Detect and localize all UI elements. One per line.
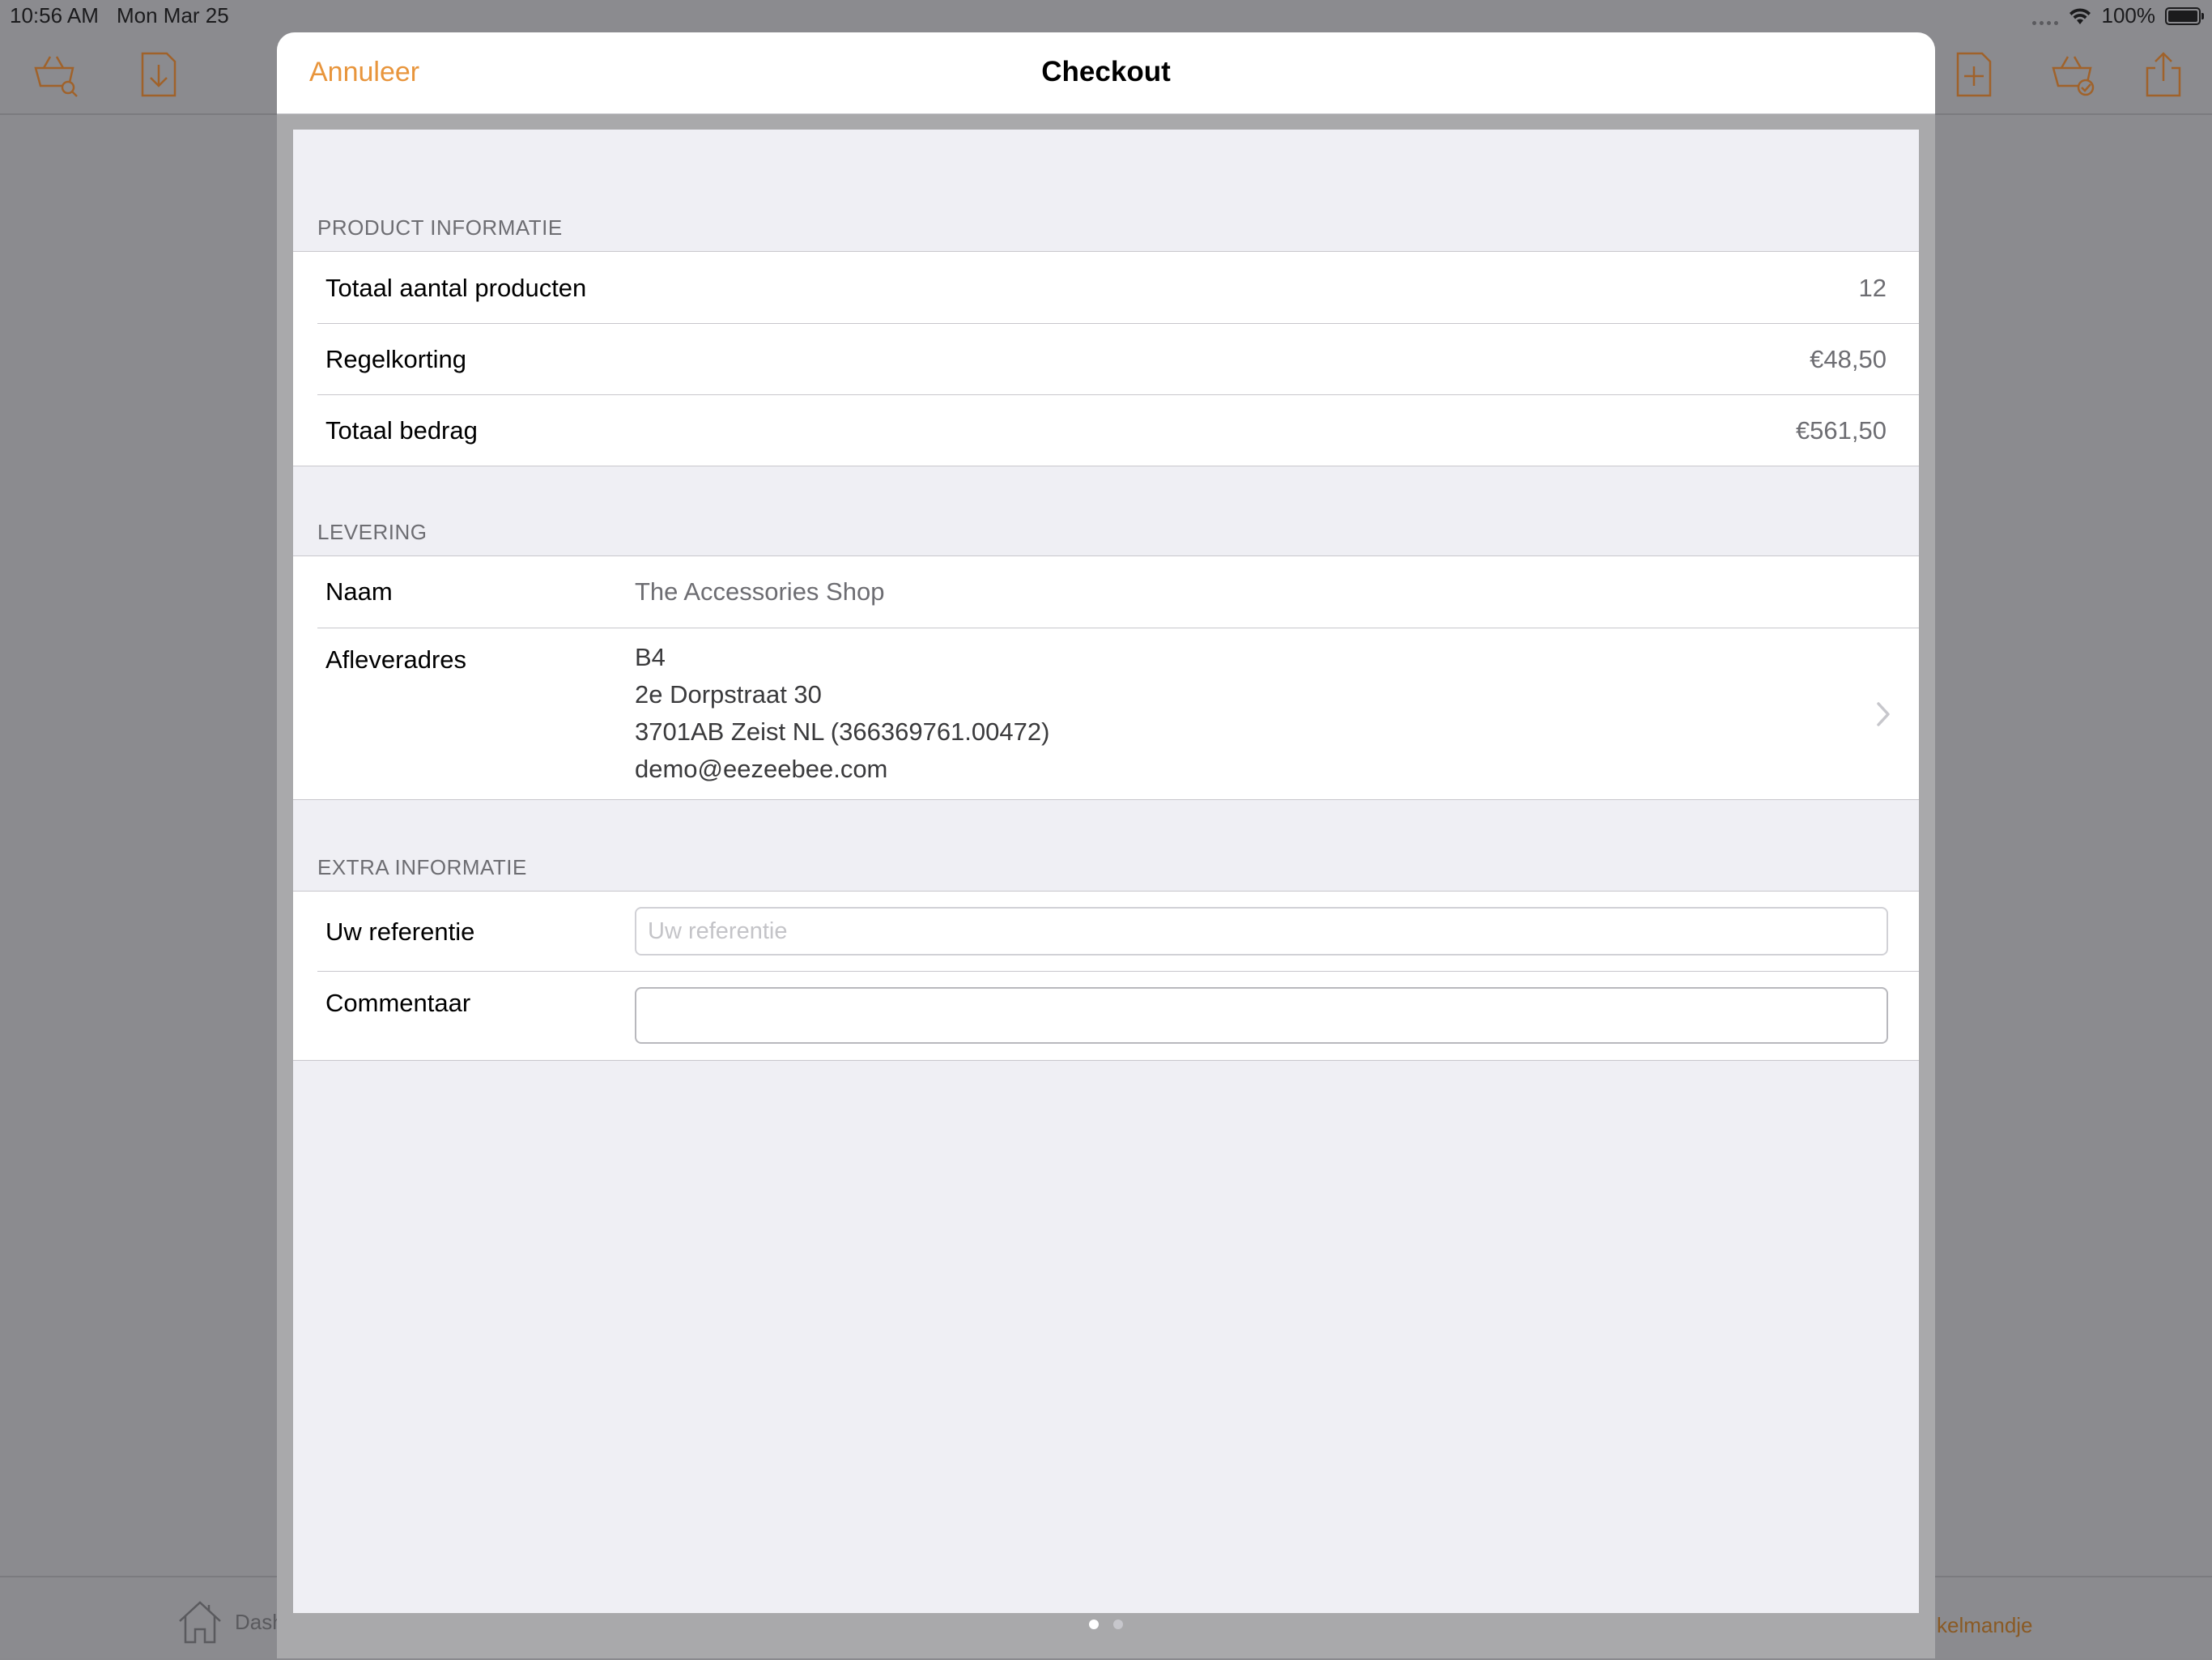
checkout-modal: Annuleer Checkout PRODUCT INFORMATIE Tot… xyxy=(277,32,1935,1658)
status-date: Mon Mar 25 xyxy=(117,3,229,28)
page-indicator[interactable] xyxy=(277,1620,1935,1629)
section-header-delivery: LEVERING xyxy=(317,520,428,544)
delivery-address-label: Afleveradres xyxy=(325,645,467,674)
address-line-1: B4 xyxy=(635,643,666,671)
row-line-discount: Regelkorting €48,50 xyxy=(293,323,1919,394)
delivery-group: Naam The Accessories Shop Afleveradres B… xyxy=(293,555,1919,800)
row-total-products: Totaal aantal producten 12 xyxy=(293,252,1919,323)
product-info-group: Totaal aantal producten 12 Regelkorting … xyxy=(293,251,1919,466)
wifi-icon xyxy=(2069,7,2091,24)
checkout-form: PRODUCT INFORMATIE Totaal aantal product… xyxy=(293,130,1919,1613)
basket-search-icon[interactable] xyxy=(32,50,81,99)
address-line-3: 3701AB Zeist NL (366369761.00472) xyxy=(635,717,1050,746)
total-amount-value: €561,50 xyxy=(1795,416,1887,445)
battery-percentage: 100% xyxy=(2101,3,2156,28)
name-value: The Accessories Shop xyxy=(635,577,885,606)
comment-label: Commentaar xyxy=(325,989,471,1017)
tab-dashboard[interactable]: Dash xyxy=(177,1598,284,1645)
total-amount-label: Totaal bedrag xyxy=(325,416,478,445)
status-time: 10:56 AM xyxy=(10,3,99,28)
status-indicators: 100% xyxy=(2031,3,2204,28)
line-discount-value: €48,50 xyxy=(1810,345,1887,373)
basket-check-icon[interactable] xyxy=(2050,50,2099,99)
battery-icon xyxy=(2165,6,2204,25)
home-icon xyxy=(179,1601,221,1644)
row-delivery-address[interactable]: Afleveradres B4 2e Dorpstraat 30 3701AB … xyxy=(293,628,1919,799)
address-line-2: 2e Dorpstraat 30 xyxy=(635,680,822,709)
row-reference: Uw referentie xyxy=(293,892,1919,971)
total-products-label: Totaal aantal producten xyxy=(325,274,587,302)
new-document-icon[interactable] xyxy=(1950,50,1998,99)
name-label: Naam xyxy=(325,577,393,606)
comment-input[interactable] xyxy=(635,987,1888,1044)
extra-info-group: Uw referentie Commentaar xyxy=(293,891,1919,1061)
line-discount-label: Regelkorting xyxy=(325,345,467,373)
row-total-amount: Totaal bedrag €561,50 xyxy=(293,394,1919,466)
cellular-signal-icon xyxy=(2031,7,2058,25)
modal-nav-bar: Annuleer Checkout xyxy=(277,32,1935,114)
download-document-icon[interactable] xyxy=(134,50,183,99)
row-name: Naam The Accessories Shop xyxy=(293,556,1919,628)
section-header-extra: EXTRA INFORMATIE xyxy=(317,855,527,879)
section-header-product: PRODUCT INFORMATIE xyxy=(317,215,563,240)
modal-title: Checkout xyxy=(1041,56,1171,87)
address-email: demo@eezeebee.com xyxy=(635,755,888,783)
row-comment: Commentaar xyxy=(293,971,1919,1060)
share-icon[interactable] xyxy=(2139,50,2188,99)
total-products-value: 12 xyxy=(1858,274,1887,302)
status-bar: 10:56 AM Mon Mar 25 100% xyxy=(0,0,2212,32)
reference-label: Uw referentie xyxy=(325,917,475,946)
delivery-address-value: B4 2e Dorpstraat 30 3701AB Zeist NL (366… xyxy=(635,639,1049,788)
page-dot-1[interactable] xyxy=(1089,1620,1099,1629)
page-dot-2[interactable] xyxy=(1113,1620,1123,1629)
reference-input[interactable] xyxy=(635,907,1888,956)
tab-shopping-cart-label[interactable]: kelmandje xyxy=(1937,1613,2033,1638)
chevron-right-icon xyxy=(1875,700,1891,728)
